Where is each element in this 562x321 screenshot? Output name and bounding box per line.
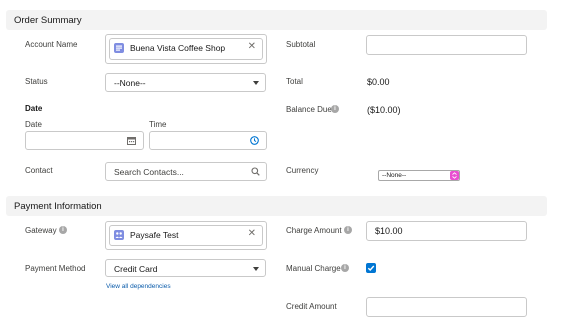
calendar-icon[interactable] bbox=[127, 136, 136, 147]
charge-amount-value: $10.00 bbox=[375, 226, 403, 236]
time-label: Time bbox=[149, 120, 167, 129]
status-value: --None-- bbox=[114, 78, 146, 88]
balance-due-label: Balance Due bbox=[286, 105, 332, 114]
contact-label: Contact bbox=[25, 166, 53, 175]
credit-amount-input[interactable] bbox=[366, 297, 527, 317]
account-name-pill: Buena Vista Coffee Shop ✕ bbox=[109, 38, 263, 60]
credit-amount-label: Credit Amount bbox=[286, 302, 337, 311]
close-icon[interactable]: ✕ bbox=[248, 228, 256, 240]
contact-placeholder: Search Contacts... bbox=[114, 167, 184, 177]
order-summary-title: Order Summary bbox=[14, 15, 82, 26]
subtotal-input[interactable] bbox=[366, 35, 527, 55]
info-icon[interactable]: i bbox=[331, 105, 339, 113]
account-name-label: Account Name bbox=[25, 40, 78, 49]
total-value: $0.00 bbox=[367, 77, 390, 87]
search-icon bbox=[251, 167, 260, 178]
order-summary-header: Order Summary bbox=[6, 10, 547, 30]
payment-information-header: Payment Information bbox=[6, 196, 547, 216]
view-dependencies-link[interactable]: View all dependencies bbox=[106, 283, 171, 290]
account-name-lookup[interactable]: Buena Vista Coffee Shop ✕ bbox=[105, 34, 267, 64]
gateway-icon bbox=[114, 230, 124, 240]
balance-due-value: ($10.00) bbox=[367, 105, 401, 115]
payment-information-title: Payment Information bbox=[14, 201, 102, 212]
gateway-lookup[interactable]: Paysafe Test ✕ bbox=[105, 221, 267, 250]
currency-value: --None-- bbox=[382, 172, 407, 179]
manual-charge-label: Manual Charge bbox=[286, 264, 341, 273]
chevron-down-icon bbox=[253, 267, 259, 271]
info-icon[interactable]: i bbox=[341, 264, 349, 272]
info-icon[interactable]: i bbox=[59, 226, 67, 234]
payment-method-value: Credit Card bbox=[114, 264, 158, 274]
currency-label: Currency bbox=[286, 166, 319, 175]
charge-amount-input[interactable]: $10.00 bbox=[366, 221, 527, 241]
payment-method-label: Payment Method bbox=[25, 264, 86, 273]
check-icon bbox=[367, 265, 375, 272]
account-icon bbox=[114, 43, 124, 53]
gateway-label: Gateway bbox=[25, 226, 57, 235]
close-icon[interactable]: ✕ bbox=[248, 41, 256, 53]
status-label: Status bbox=[25, 77, 48, 86]
gateway-pill: Paysafe Test ✕ bbox=[109, 225, 263, 246]
account-name-value: Buena Vista Coffee Shop bbox=[130, 43, 226, 53]
clock-icon[interactable] bbox=[250, 136, 259, 147]
subtotal-label: Subtotal bbox=[286, 40, 316, 49]
charge-amount-label: Charge Amount bbox=[286, 226, 342, 235]
contact-search-input[interactable]: Search Contacts... bbox=[105, 162, 267, 181]
date-input[interactable] bbox=[25, 131, 144, 150]
info-icon[interactable]: i bbox=[344, 226, 352, 234]
gateway-value: Paysafe Test bbox=[130, 230, 179, 240]
total-label: Total bbox=[286, 77, 303, 86]
date-label: Date bbox=[25, 120, 42, 129]
currency-select[interactable]: --None-- bbox=[378, 170, 460, 181]
payment-method-select[interactable]: Credit Card bbox=[105, 259, 266, 277]
date-group-title: Date bbox=[25, 104, 43, 113]
chevron-down-icon bbox=[253, 81, 259, 85]
status-select[interactable]: --None-- bbox=[105, 73, 266, 92]
manual-charge-checkbox[interactable] bbox=[366, 263, 376, 273]
time-input[interactable] bbox=[149, 131, 267, 150]
select-toggle-icon bbox=[450, 171, 459, 180]
